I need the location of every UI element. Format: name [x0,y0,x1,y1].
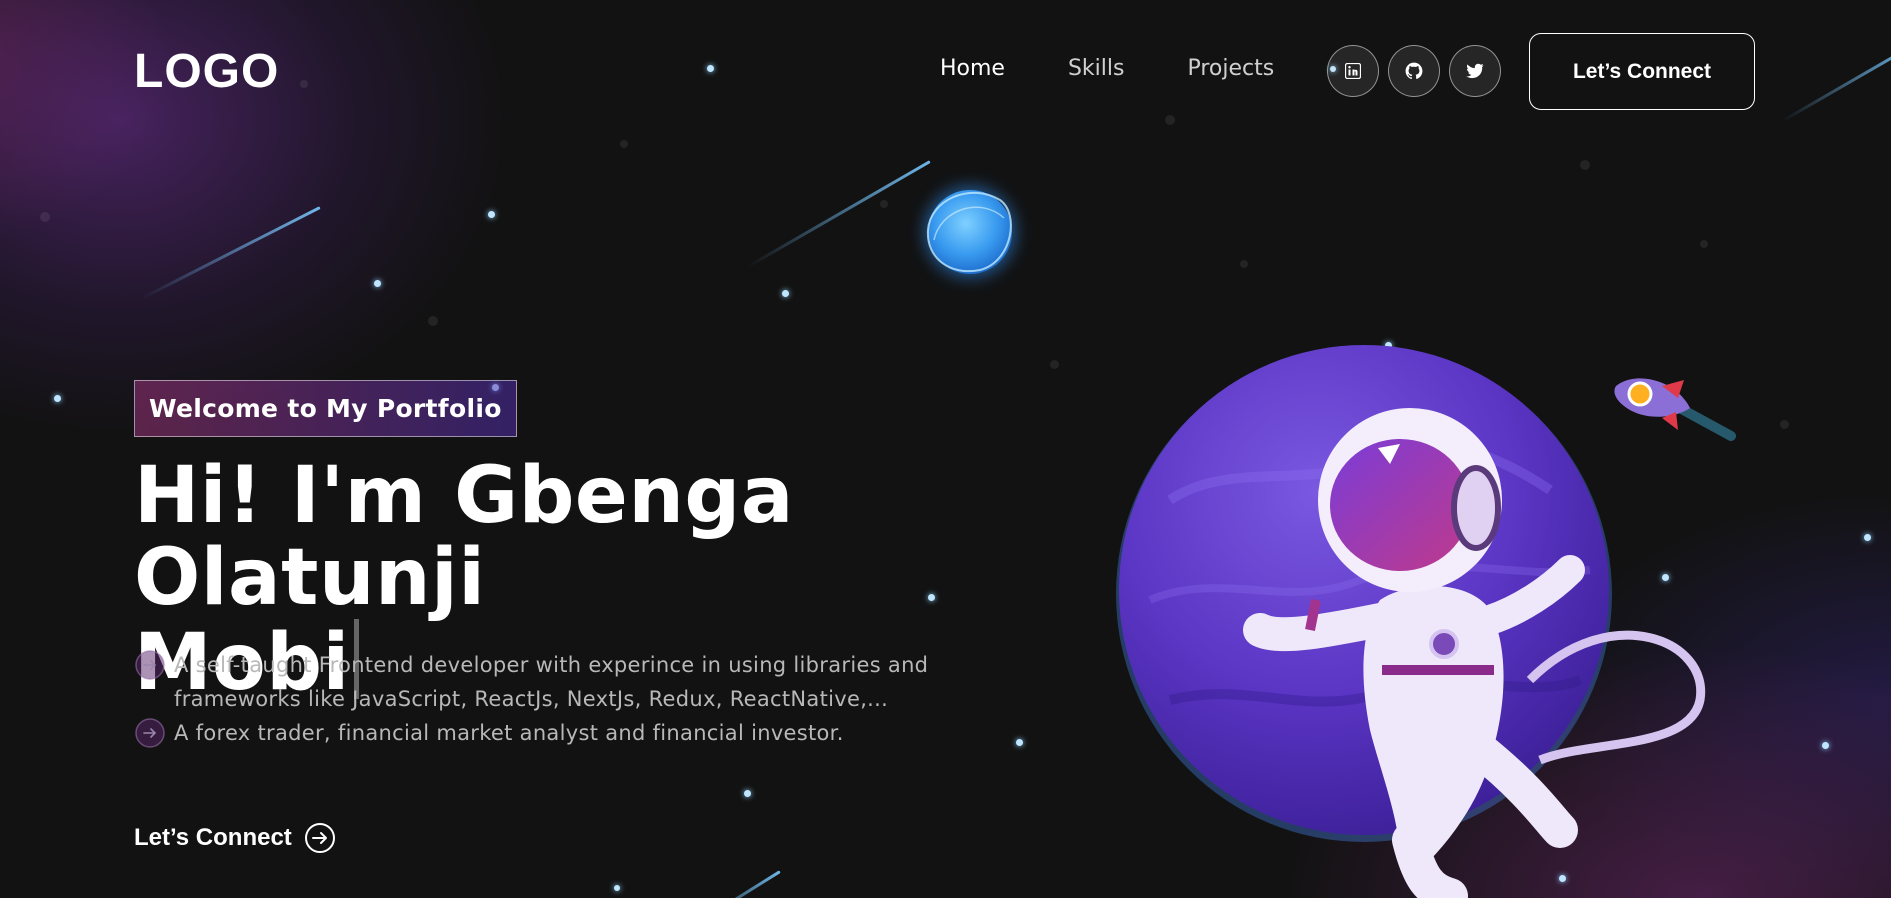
dust-particle [1700,240,1708,248]
star [1822,742,1829,749]
shooting-star [694,870,781,898]
twitter-icon [1466,63,1484,79]
dust-particle [428,316,438,326]
github-link[interactable] [1388,45,1440,97]
star [1864,534,1871,541]
dust-particle [620,140,628,148]
navbar: LOGO Home Skills Projects Let’s Connect [0,0,1891,140]
dust-particle [1580,160,1590,170]
linkedin-link[interactable] [1327,45,1379,97]
headline-line-1: Hi! I'm Gbenga Olatunji [134,451,794,623]
banner-connect-button[interactable]: Let’s Connect [134,822,336,854]
arrow-circle-right-icon [304,823,335,853]
arrow-circle-right-icon [135,650,165,680]
lets-connect-button[interactable]: Let’s Connect [1529,33,1755,110]
nav-links: Home Skills Projects [940,56,1274,81]
linkedin-icon [1345,63,1361,79]
github-icon [1405,62,1423,80]
twitter-link[interactable] [1449,45,1501,97]
dust-particle [40,212,50,222]
nav-link-skills[interactable]: Skills [1068,56,1125,81]
banner-connect-label: Let’s Connect [134,824,292,851]
logo[interactable]: LOGO [134,44,279,99]
dust-particle [1050,360,1059,369]
planet-astronaut-illustration [1116,345,1706,898]
tagline-badge: Welcome to My Portfolio [134,380,517,437]
star [488,211,495,218]
star [782,290,789,297]
nav-link-projects[interactable]: Projects [1187,56,1274,81]
star [374,280,381,287]
description-text: A forex trader, financial market analyst… [174,721,844,745]
list-item: A forex trader, financial market analyst… [134,716,994,750]
nav-link-home[interactable]: Home [940,56,1005,81]
description-list: A self-taught Frontend developer with ex… [134,648,994,750]
description-text: A self-taught Frontend developer with ex… [174,653,929,711]
star [614,885,620,891]
dust-particle [880,200,888,208]
glowing-planet-illustration [924,186,1016,278]
star [54,395,61,402]
dust-particle [1780,420,1789,429]
social-icons [1327,45,1501,97]
star [1016,739,1023,746]
list-item: A self-taught Frontend developer with ex… [134,648,994,716]
dust-particle [1240,260,1248,268]
star [744,790,751,797]
arrow-circle-right-icon [135,718,165,748]
shooting-star [141,206,321,300]
